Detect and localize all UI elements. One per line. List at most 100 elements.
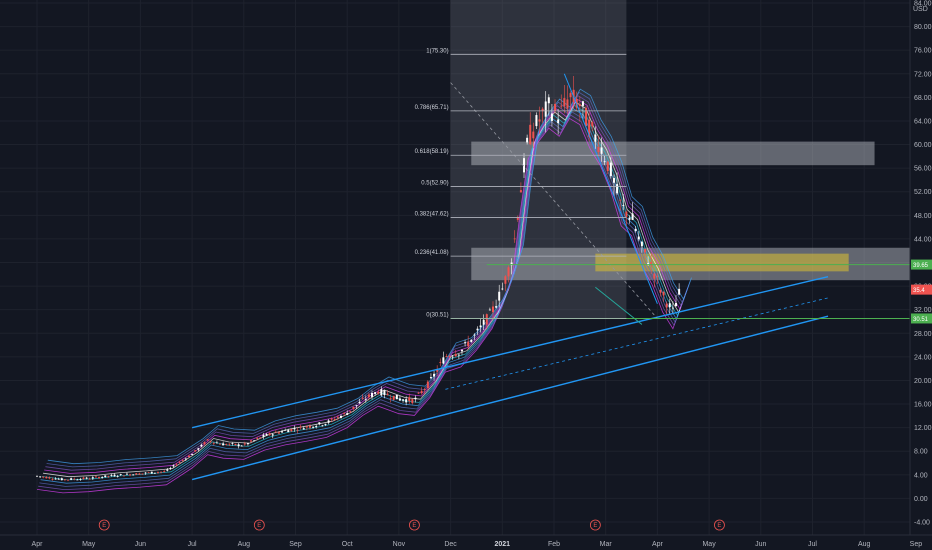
candle-body: [513, 238, 516, 240]
y-tick-label: 72.00: [914, 71, 932, 78]
price-tag-label: 35.4: [913, 288, 925, 294]
candle-body: [383, 390, 386, 396]
candle-body: [429, 377, 432, 379]
candle-body: [181, 460, 184, 462]
candle-body: [57, 478, 60, 480]
x-tick-label: Feb: [548, 541, 560, 548]
x-tick-label: Oct: [342, 541, 353, 548]
candle-body: [184, 458, 187, 460]
candle-body: [405, 399, 408, 403]
candle-body: [557, 119, 560, 124]
price-tag-label: 30.51: [913, 317, 929, 323]
candle-body: [625, 211, 628, 217]
candle-body: [371, 393, 374, 397]
candle-body: [315, 426, 318, 427]
candle-body: [160, 471, 163, 473]
candle-body: [85, 477, 88, 479]
candle-body: [60, 478, 63, 481]
candle-body: [206, 439, 209, 441]
currency-label: USD: [913, 6, 928, 13]
candle-body: [467, 341, 470, 347]
candle-body: [498, 291, 501, 301]
candle-body: [327, 420, 330, 423]
candle-body: [172, 465, 175, 467]
candle-body: [76, 479, 79, 481]
candle-body: [144, 472, 147, 474]
candle-body: [603, 161, 606, 163]
candle-body: [662, 292, 665, 296]
candle-body: [445, 356, 448, 357]
y-tick-label: 56.00: [914, 166, 932, 173]
candle-body: [212, 442, 215, 444]
y-tick-label: 20.00: [914, 378, 932, 385]
candle-body: [197, 448, 200, 450]
price-chart[interactable]: 1(75.30) 0.786(65.71) 0.618(58.19) 0.5(52.9…: [0, 0, 932, 550]
candle-body: [491, 306, 494, 313]
x-tick-label: Jun: [135, 541, 146, 548]
candle-body: [36, 475, 38, 477]
candle-body: [656, 276, 659, 278]
candle-body: [333, 419, 336, 421]
candle-body: [526, 137, 529, 143]
candle-body: [153, 472, 156, 474]
candle-body: [628, 217, 631, 220]
candle-body: [464, 342, 467, 344]
earnings-marker-label: E: [412, 523, 416, 529]
y-tick-label: 44.00: [914, 236, 932, 243]
candle-body: [88, 478, 91, 480]
candle-body: [460, 349, 463, 352]
x-tick-label: Jul: [188, 541, 197, 548]
candle-body: [402, 399, 405, 401]
x-tick-label: Mar: [600, 541, 613, 548]
candle-body: [187, 455, 190, 458]
candle-body: [265, 433, 268, 436]
x-tick-label: Dec: [444, 541, 457, 548]
candle-body: [442, 357, 445, 364]
candle-body: [364, 399, 367, 401]
candle-body: [281, 431, 284, 433]
candle-body: [94, 476, 97, 478]
candle-body: [240, 445, 243, 447]
candle-body: [358, 401, 361, 404]
candle-body: [346, 413, 349, 415]
candle-body: [42, 476, 45, 478]
x-tick-label: Apr: [652, 541, 664, 548]
price-axis[interactable]: 84.0080.0076.0072.0068.0064.0060.0056.00…: [909, 0, 932, 550]
candle-body: [246, 443, 249, 445]
candle-body: [237, 444, 240, 447]
candle-body: [91, 477, 94, 479]
candle-body: [380, 389, 383, 396]
candle-body: [107, 475, 110, 477]
candle-body: [637, 236, 640, 240]
time-axis[interactable]: Apr May Jun Jul Aug Sep Oct Nov Dec 2021 Feb Mar Apr…: [0, 534, 932, 548]
candle-body: [48, 477, 51, 479]
candle-body: [54, 478, 57, 480]
candle-body: [473, 334, 476, 336]
candle-body: [243, 443, 246, 445]
candle-body: [125, 473, 128, 475]
candle-body: [544, 101, 547, 117]
y-tick-label: 64.00: [914, 118, 932, 125]
y-tick-label: 32.00: [914, 307, 932, 314]
earnings-marker-label: E: [717, 523, 721, 529]
candle-body: [296, 429, 299, 431]
candle-body: [228, 443, 231, 445]
candle-body: [451, 356, 454, 358]
candle-body: [538, 119, 541, 122]
candle-body: [414, 397, 417, 400]
candle-body: [386, 393, 389, 396]
candle-body: [479, 325, 482, 328]
candle-body: [616, 184, 619, 194]
candle-body: [336, 416, 339, 418]
y-tick-label: 0.00: [914, 496, 928, 503]
candle-body: [98, 477, 101, 479]
y-tick-label: 12.00: [914, 425, 932, 432]
candle-body: [138, 473, 141, 475]
candle-body: [231, 443, 234, 445]
candle-body: [73, 478, 76, 480]
candle-body: [591, 122, 594, 127]
candle-body: [417, 392, 420, 394]
x-tick-label: Sep: [910, 541, 923, 548]
candle-body: [439, 362, 442, 364]
candle-body: [507, 267, 510, 277]
